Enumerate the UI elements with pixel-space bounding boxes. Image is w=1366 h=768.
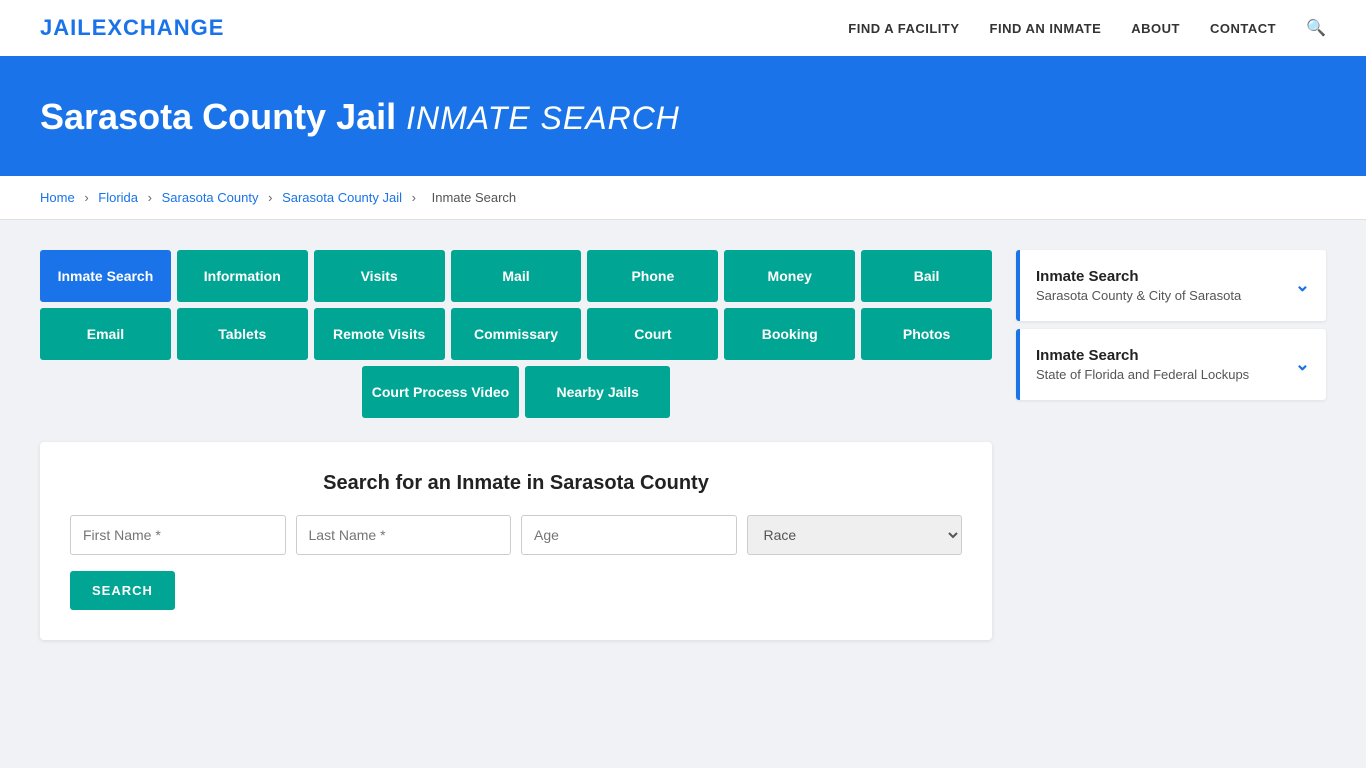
age-input[interactable]: [521, 515, 737, 555]
search-button[interactable]: SEARCH: [70, 571, 175, 610]
sidebar-card-1-subtitle: Sarasota County & City of Sarasota: [1036, 288, 1241, 303]
btn-tablets[interactable]: Tablets: [177, 308, 308, 360]
btn-commissary[interactable]: Commissary: [451, 308, 582, 360]
nav-find-facility[interactable]: FIND A FACILITY: [848, 21, 959, 36]
nav-about[interactable]: ABOUT: [1131, 21, 1180, 36]
first-name-input[interactable]: [70, 515, 286, 555]
main-content: Inmate Search Information Visits Mail Ph…: [0, 220, 1366, 670]
btn-inmate-search[interactable]: Inmate Search: [40, 250, 171, 302]
logo-highlight: EXCHANGE: [92, 15, 225, 40]
search-icon[interactable]: 🔍: [1306, 18, 1326, 38]
btn-court-process-video[interactable]: Court Process Video: [362, 366, 519, 418]
nav-row-2: Email Tablets Remote Visits Commissary C…: [40, 308, 992, 360]
logo-part1: JAIL: [40, 15, 92, 40]
btn-information[interactable]: Information: [177, 250, 308, 302]
chevron-down-icon-2: ⌄: [1295, 354, 1310, 375]
nav-buttons-grid: Inmate Search Information Visits Mail Ph…: [40, 250, 992, 418]
breadcrumb-florida[interactable]: Florida: [98, 190, 138, 205]
sidebar-card-1-title: Inmate Search: [1036, 268, 1241, 285]
header: JAILEXCHANGE FIND A FACILITY FIND AN INM…: [0, 0, 1366, 58]
inmate-search-panel: Search for an Inmate in Sarasota County …: [40, 442, 992, 640]
page-title: Sarasota County Jail INMATE SEARCH: [40, 96, 1326, 138]
breadcrumb-jail[interactable]: Sarasota County Jail: [282, 190, 402, 205]
btn-email[interactable]: Email: [40, 308, 171, 360]
sidebar-card-2-subtitle: State of Florida and Federal Lockups: [1036, 367, 1249, 382]
chevron-down-icon-1: ⌄: [1295, 275, 1310, 296]
btn-booking[interactable]: Booking: [724, 308, 855, 360]
nav-row-3: Court Process Video Nearby Jails: [40, 366, 992, 418]
logo[interactable]: JAILEXCHANGE: [40, 15, 224, 41]
search-fields: Race White Black Hispanic Asian Other: [70, 515, 962, 555]
right-sidebar: Inmate Search Sarasota County & City of …: [1016, 250, 1326, 640]
hero-title-italic: INMATE SEARCH: [406, 100, 680, 136]
btn-phone[interactable]: Phone: [587, 250, 718, 302]
breadcrumb-county[interactable]: Sarasota County: [162, 190, 259, 205]
search-panel-title: Search for an Inmate in Sarasota County: [70, 472, 962, 495]
nav-contact[interactable]: CONTACT: [1210, 21, 1276, 36]
main-nav: FIND A FACILITY FIND AN INMATE ABOUT CON…: [848, 18, 1326, 38]
race-select[interactable]: Race White Black Hispanic Asian Other: [747, 515, 963, 555]
hero-banner: Sarasota County Jail INMATE SEARCH: [0, 58, 1366, 176]
btn-money[interactable]: Money: [724, 250, 855, 302]
btn-court[interactable]: Court: [587, 308, 718, 360]
btn-mail[interactable]: Mail: [451, 250, 582, 302]
sidebar-card-1: Inmate Search Sarasota County & City of …: [1016, 250, 1326, 321]
sidebar-card-2-content[interactable]: Inmate Search State of Florida and Feder…: [1020, 329, 1326, 400]
breadcrumb-home[interactable]: Home: [40, 190, 75, 205]
sidebar-card-2-title: Inmate Search: [1036, 347, 1249, 364]
breadcrumb: Home › Florida › Sarasota County › Saras…: [0, 176, 1366, 220]
sidebar-card-2: Inmate Search State of Florida and Feder…: [1016, 329, 1326, 400]
btn-visits[interactable]: Visits: [314, 250, 445, 302]
btn-nearby-jails[interactable]: Nearby Jails: [525, 366, 670, 418]
btn-photos[interactable]: Photos: [861, 308, 992, 360]
breadcrumb-current: Inmate Search: [432, 190, 517, 205]
nav-row-1: Inmate Search Information Visits Mail Ph…: [40, 250, 992, 302]
left-column: Inmate Search Information Visits Mail Ph…: [40, 250, 992, 640]
sidebar-card-1-content[interactable]: Inmate Search Sarasota County & City of …: [1020, 250, 1326, 321]
hero-title-main: Sarasota County Jail: [40, 96, 396, 137]
btn-bail[interactable]: Bail: [861, 250, 992, 302]
last-name-input[interactable]: [296, 515, 512, 555]
nav-find-inmate[interactable]: FIND AN INMATE: [990, 21, 1102, 36]
btn-remote-visits[interactable]: Remote Visits: [314, 308, 445, 360]
